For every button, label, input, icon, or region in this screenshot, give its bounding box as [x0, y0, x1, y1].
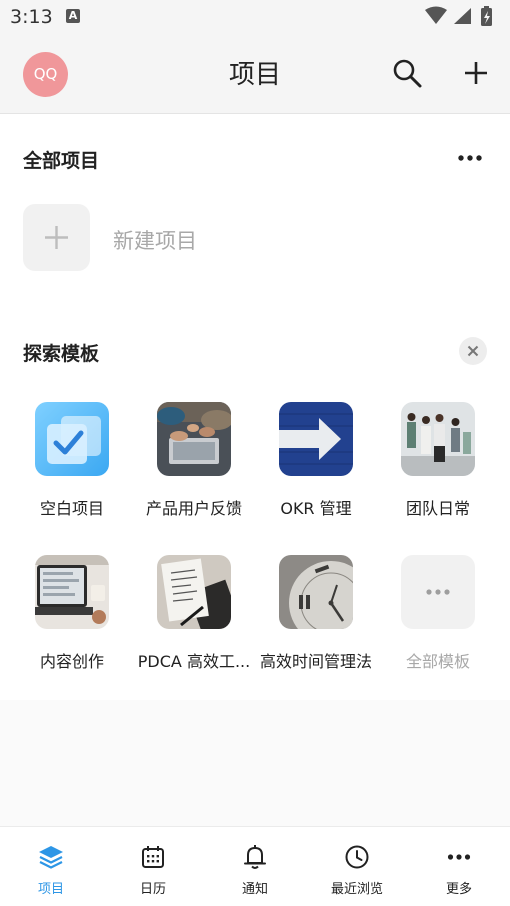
template-label: 空白项目 — [39, 499, 104, 518]
new-project-button[interactable] — [23, 204, 90, 271]
blank-project-checkbox-icon — [35, 402, 109, 476]
template-okr[interactable]: OKR 管理 — [255, 402, 377, 519]
template-label: OKR 管理 — [280, 499, 352, 518]
all-projects-title: 全部项目 — [23, 150, 100, 172]
bell-icon — [244, 845, 266, 869]
template-label: 内容创作 — [39, 652, 104, 671]
nav-label: 最近浏览 — [330, 882, 383, 897]
nav-item-recent[interactable]: 最近浏览 — [306, 827, 408, 906]
clock-icon — [345, 845, 369, 869]
battery-icon — [481, 6, 492, 26]
add-button[interactable] — [459, 56, 493, 90]
laptop-hands-photo — [157, 402, 231, 476]
template-content-creation[interactable]: 内容创作 — [11, 555, 133, 672]
page-title: 项目 — [228, 60, 281, 90]
template-team-daily[interactable]: 团队日常 — [377, 402, 499, 519]
all-projects-more-button[interactable] — [455, 148, 485, 168]
wifi-icon — [425, 6, 447, 24]
arrow-on-blue-wall-photo — [279, 402, 353, 476]
template-label: 全部模板 — [405, 652, 470, 671]
close-explore-button[interactable] — [459, 337, 487, 365]
plus-icon — [465, 62, 487, 84]
template-product-feedback[interactable]: 产品用户反馈 — [133, 402, 255, 519]
calendar-icon — [142, 846, 164, 868]
more-dots-icon — [447, 854, 471, 860]
status-bar: 3:13 A — [0, 0, 510, 34]
more-dots-icon — [458, 155, 482, 161]
notebook-pen-photo — [157, 555, 231, 629]
nav-label: 项目 — [37, 882, 64, 897]
team-standing-photo — [401, 402, 475, 476]
template-label: PDCA 高效工... — [137, 652, 251, 671]
nav-item-more[interactable]: 更多 — [408, 827, 510, 906]
plus-icon — [45, 226, 68, 249]
template-label: 产品用户反馈 — [145, 499, 242, 518]
nav-label: 更多 — [445, 882, 472, 897]
nav-item-calendar[interactable]: 日历 — [102, 827, 204, 906]
layers-icon — [39, 846, 63, 869]
template-blank-project[interactable]: 空白项目 — [11, 402, 133, 519]
template-all-templates[interactable]: 全部模板 — [377, 555, 499, 672]
nav-label: 通知 — [241, 882, 268, 897]
more-dots-icon — [401, 555, 475, 629]
search-icon — [393, 59, 422, 88]
status-time: 3:13 — [10, 6, 53, 28]
new-project-label[interactable]: 新建项目 — [113, 225, 197, 255]
template-label: 高效时间管理法 — [259, 652, 372, 671]
nav-label: 日历 — [139, 882, 166, 897]
content-spacer — [0, 700, 510, 826]
nav-item-notifications[interactable]: 通知 — [204, 827, 306, 906]
clock-face-photo — [279, 555, 353, 629]
nav-item-projects[interactable]: 项目 — [0, 827, 102, 906]
a-letter-icon: A — [66, 9, 80, 23]
close-icon — [467, 345, 479, 357]
template-time-management[interactable]: 高效时间管理法 — [255, 555, 377, 672]
search-button[interactable] — [390, 56, 424, 90]
app-bar: QQ 项目 — [0, 34, 510, 114]
template-label: 团队日常 — [405, 499, 470, 518]
bottom-nav: 项目 日历 通知 最近浏览 更多 — [0, 826, 510, 906]
cellular-signal-icon — [454, 8, 471, 24]
laptop-desk-photo — [35, 555, 109, 629]
template-pdca[interactable]: PDCA 高效工... — [133, 555, 255, 672]
status-indicators — [424, 6, 500, 32]
explore-templates-title: 探索模板 — [23, 343, 100, 365]
